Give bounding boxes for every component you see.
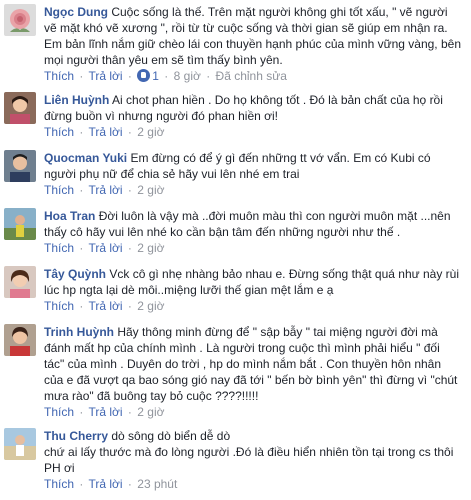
comment-text-line: thấy cô hãy vui lên nhé ko cần bận tâm đ… <box>44 225 401 239</box>
comment-text-line: Em đừng có để ý gì đến những tt vớ vẩn. … <box>130 151 431 165</box>
comment-text-line: đừng buồn vì nhưng người đó phan hiền ơi… <box>44 109 278 123</box>
comment-text-line: của e đã vượt qa bao sóng gió nay đã tới… <box>44 373 458 387</box>
edited-label[interactable]: Đã chỉnh sửa <box>216 69 287 83</box>
comment-text-line: PH ơi <box>44 461 75 475</box>
man-portrait-avatar-icon[interactable] <box>4 150 36 182</box>
like-link[interactable]: Thích <box>44 125 74 139</box>
reply-link[interactable]: Trả lời <box>88 405 122 419</box>
comment-text-line: Đời luôn là vậy mà ..đời muôn màu thì co… <box>98 209 451 223</box>
reply-link[interactable]: Trả lời <box>88 69 122 83</box>
comment-actions: Thích · Trả lời · 2 giờ <box>44 299 165 313</box>
like-count[interactable]: 1 <box>137 69 159 83</box>
commenter-name[interactable]: Liên Huỳnh <box>44 93 109 107</box>
comment-actions: Thích · Trả lời · 2 giờ <box>44 405 165 419</box>
like-link[interactable]: Thích <box>44 69 74 83</box>
comment-text-line: đánh mất hp của chính mình . Là người tr… <box>44 341 440 355</box>
reply-link[interactable]: Trả lời <box>88 241 122 255</box>
woman-portrait-avatar-icon[interactable] <box>4 92 36 124</box>
commenter-name[interactable]: Quocman Yuki <box>44 151 127 165</box>
commenter-name[interactable]: Ngọc Dung <box>44 5 108 19</box>
reply-link[interactable]: Trả lời <box>88 477 122 491</box>
rose-flower-avatar-icon[interactable] <box>4 4 36 36</box>
reply-link[interactable]: Trả lời <box>88 299 122 313</box>
commenter-name[interactable]: Thu Cherry <box>44 429 108 443</box>
comment-actions: Thích · Trả lời · 23 phút <box>44 477 178 491</box>
woman-red-shirt-avatar-icon[interactable] <box>4 324 36 356</box>
timestamp[interactable]: 2 giờ <box>137 241 164 255</box>
comment-text-line: Hãy thông minh đừng để " sập bẫy " tai m… <box>117 325 438 339</box>
comment-text-line: người phụ nữ để chia sẻ hãy vui lên nhé … <box>44 167 300 181</box>
comment-actions: Thích · Trả lời · 2 giờ <box>44 125 165 139</box>
timestamp[interactable]: 2 giờ <box>137 299 164 313</box>
comment-text-line: tác" của mình . Duyên do trời , hp do mì… <box>44 357 442 371</box>
commenter-name[interactable]: Hoa Tran <box>44 209 95 223</box>
comment-text-line: lúc hp ngta lại dè môi..miệng lưỡi thế g… <box>44 283 334 297</box>
like-link[interactable]: Thích <box>44 477 74 491</box>
reply-link[interactable]: Trả lời <box>88 125 122 139</box>
like-link[interactable]: Thích <box>44 405 74 419</box>
outdoor-person-avatar-icon[interactable] <box>4 208 36 240</box>
comment-actions: Thích · Trả lời · 1 · 8 giờ · Đã chỉnh s… <box>44 69 287 83</box>
comment-text-line: chứ ai lấy thước mà đo lòng người .Đó là… <box>44 445 454 459</box>
timestamp[interactable]: 2 giờ <box>137 405 164 419</box>
comment-text-line: vẽ mặt khó vẽ xương ", rồi từ từ cuộc số… <box>44 21 448 35</box>
comment-text-line: Vck cô gì nhẹ nhàng bảo nhau e. Đừng sốn… <box>109 267 460 281</box>
comment-text-line: Cuộc sống là thế. Trên mặt người không g… <box>111 5 448 19</box>
timestamp[interactable]: 23 phút <box>137 477 177 491</box>
comment-text-line: mưa rào" đã buông tay bỏ cuộc ????!!!!! <box>44 389 259 403</box>
timestamp[interactable]: 2 giờ <box>137 183 164 197</box>
timestamp[interactable]: 2 giờ <box>137 125 164 139</box>
beach-person-avatar-icon[interactable] <box>4 428 36 460</box>
comment-text-line: Em bản lĩnh nắm giữ chèo lái con thuyền … <box>44 37 461 51</box>
comment-thread: Ngọc Dung Cuộc sống là thế. Trên mặt ngư… <box>0 0 471 500</box>
commenter-name[interactable]: Tây Quỳnh <box>44 267 106 281</box>
comment-text-line: mọi người thân yêu em sẽ tìm thấy bình y… <box>44 53 283 67</box>
timestamp[interactable]: 8 giờ <box>174 69 201 83</box>
woman-smiling-avatar-icon[interactable] <box>4 266 36 298</box>
like-link[interactable]: Thích <box>44 183 74 197</box>
comment-actions: Thích · Trả lời · 2 giờ <box>44 183 165 197</box>
commenter-name[interactable]: Trinh Huỳnh <box>44 325 114 339</box>
like-link[interactable]: Thích <box>44 299 74 313</box>
comment-text-line: Ai chot phan hiền . Do họ không tốt . Đó… <box>112 93 443 107</box>
comment-actions: Thích · Trả lời · 2 giờ <box>44 241 165 255</box>
like-thumb-icon <box>137 69 151 82</box>
like-link[interactable]: Thích <box>44 241 74 255</box>
comment-text-line: dò sông dò biển dễ dò <box>111 429 231 443</box>
reply-link[interactable]: Trả lời <box>88 183 122 197</box>
